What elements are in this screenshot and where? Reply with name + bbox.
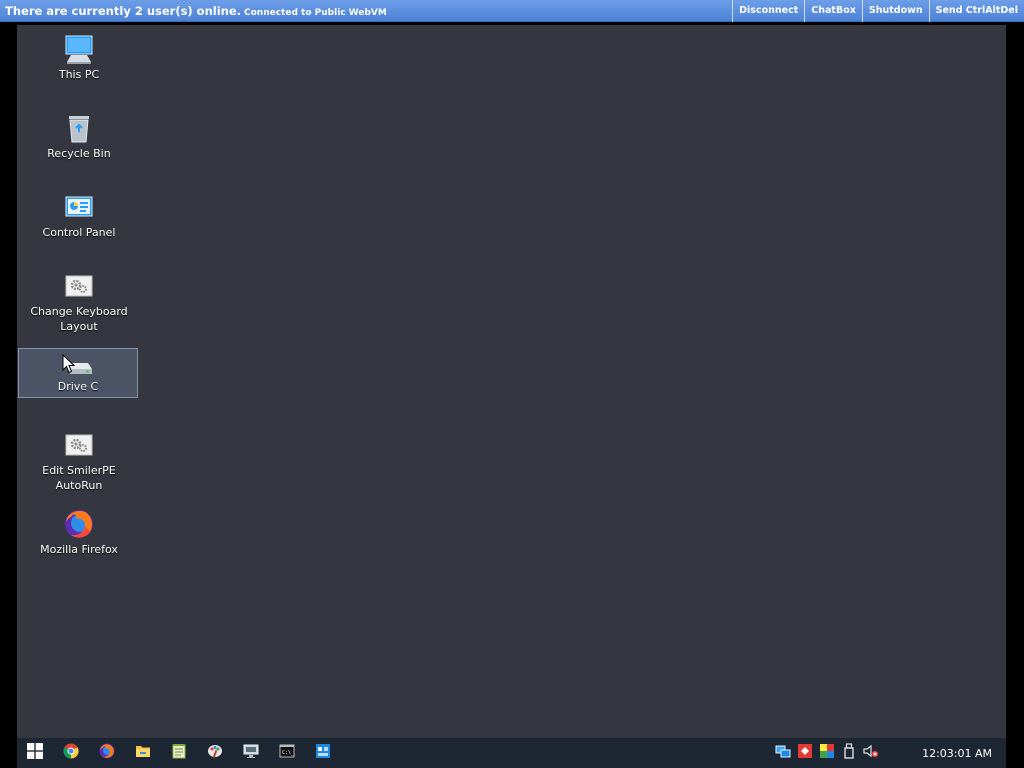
recycle-bin-icon xyxy=(63,112,95,144)
color-icon xyxy=(819,743,835,763)
desktop-icon-change-keyboard-layout[interactable]: Change Keyboard Layout xyxy=(19,270,139,334)
icon-label: Recycle Bin xyxy=(47,147,111,160)
taskbar-clock[interactable]: 12:03:01 AM xyxy=(882,747,1006,760)
desktop-icon-drive-c[interactable]: Drive C xyxy=(18,348,138,398)
connection-text: Connected to Public WebVM xyxy=(244,7,387,18)
taskbar-command-prompt[interactable]: C:\_ xyxy=(269,738,305,768)
taskbar-chrome[interactable] xyxy=(53,738,89,768)
tray-color[interactable] xyxy=(816,738,838,768)
taskbar-app[interactable] xyxy=(305,738,341,768)
icon-label: Control Panel xyxy=(42,226,116,239)
desktop-icon-this-pc[interactable]: This PC xyxy=(19,33,139,82)
shutdown-button[interactable]: Shutdown xyxy=(861,0,929,22)
taskbar: C:\_ 12:03:01 AM xyxy=(17,738,1006,768)
icon-label: Change Keyboard Layout xyxy=(30,305,128,333)
control-panel-icon xyxy=(63,191,95,223)
paint-icon xyxy=(207,743,223,763)
taskbar-file-explorer[interactable] xyxy=(125,738,161,768)
firefox-icon xyxy=(63,508,95,540)
desktop-icon-mozilla-firefox[interactable]: Mozilla Firefox xyxy=(19,508,139,557)
tray-usb[interactable] xyxy=(838,738,860,768)
chrome-icon xyxy=(63,743,79,763)
settings-gear-icon xyxy=(63,429,95,461)
file-explorer-icon xyxy=(135,743,151,763)
desktop-icon-recycle-bin[interactable]: Recycle Bin xyxy=(19,112,139,161)
desktop-icon-edit-smilerpe-autorun[interactable]: Edit SmilerPE AutoRun xyxy=(19,429,139,493)
mouse-cursor-icon xyxy=(62,353,76,378)
settings-gear-icon xyxy=(63,270,95,302)
vm-actions: Disconnect ChatBox Shutdown Send CtrlAlt… xyxy=(732,0,1024,22)
remote-desktop-icon xyxy=(243,743,259,763)
icon-label: Mozilla Firefox xyxy=(40,543,118,556)
users-online-text: There are currently 2 user(s) online. xyxy=(5,3,242,18)
computer-icon xyxy=(63,33,95,65)
tray-network[interactable] xyxy=(772,738,794,768)
disconnect-button[interactable]: Disconnect xyxy=(732,0,804,22)
chatbox-button[interactable]: ChatBox xyxy=(804,0,862,22)
svg-text:C:\_: C:\_ xyxy=(282,750,295,756)
firefox-icon xyxy=(99,743,115,763)
volume-muted-icon xyxy=(863,743,879,763)
app-icon xyxy=(315,743,331,763)
send-ctrlaltdel-button[interactable]: Send CtrlAltDel xyxy=(928,0,1024,22)
start-button[interactable] xyxy=(17,738,53,768)
status-text: There are currently 2 user(s) online. Con… xyxy=(0,4,387,18)
network-icon xyxy=(775,743,791,763)
notepad-icon xyxy=(171,743,187,763)
taskbar-remote-desktop[interactable] xyxy=(233,738,269,768)
icon-label: This PC xyxy=(58,68,100,81)
system-tray: 12:03:01 AM xyxy=(772,738,1006,768)
icon-label: Edit SmilerPE AutoRun xyxy=(42,464,116,492)
usb-drive-icon xyxy=(841,743,857,763)
taskbar-notepad[interactable] xyxy=(161,738,197,768)
taskbar-paint[interactable] xyxy=(197,738,233,768)
anydesk-icon xyxy=(797,743,813,763)
command-prompt-icon: C:\_ xyxy=(279,743,295,763)
webvm-status-bar: There are currently 2 user(s) online. Con… xyxy=(0,0,1024,22)
taskbar-firefox[interactable] xyxy=(89,738,125,768)
desktop-icon-control-panel[interactable]: Control Panel xyxy=(19,191,139,240)
windows-start-icon xyxy=(27,743,43,763)
tray-anydesk[interactable] xyxy=(794,738,816,768)
desktop[interactable]: This PC Recycle Bin Control Panel Change… xyxy=(17,25,1006,738)
tray-volume[interactable] xyxy=(860,738,882,768)
icon-label: Drive C xyxy=(57,380,99,393)
